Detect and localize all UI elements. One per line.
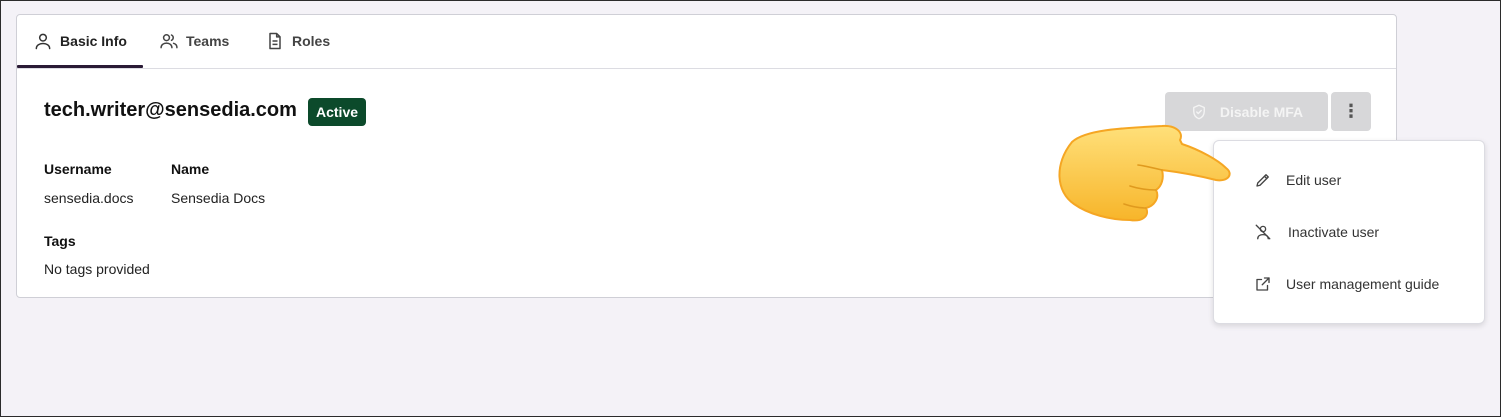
user-icon <box>35 33 51 50</box>
tab-bar: Basic Info Teams Roles <box>17 15 1396 69</box>
more-options-button[interactable]: ⋮ <box>1331 92 1371 131</box>
tab-teams-label: Teams <box>186 33 230 49</box>
menu-item-user-management-guide-label: User management guide <box>1286 276 1440 292</box>
user-email: tech.writer@sensedia.com <box>44 99 297 121</box>
document-icon <box>269 32 281 50</box>
username-value: sensedia.docs <box>44 190 134 206</box>
shield-check-icon <box>1192 104 1205 119</box>
tab-roles-label: Roles <box>292 33 331 49</box>
pointing-hand-icon <box>1058 124 1231 222</box>
active-tab-indicator <box>17 65 143 68</box>
menu-item-edit-user[interactable]: Edit user <box>1214 154 1484 206</box>
menu-item-inactivate-user[interactable]: Inactivate user <box>1214 206 1484 258</box>
user-actions-menu: Edit user Inactivate user User managemen… <box>1213 140 1485 324</box>
menu-item-edit-user-label: Edit user <box>1286 172 1342 188</box>
user-off-icon <box>1255 224 1271 240</box>
menu-item-inactivate-user-label: Inactivate user <box>1288 224 1380 240</box>
tab-basic-info[interactable]: Basic Info <box>17 15 143 68</box>
tab-roles[interactable]: Roles <box>265 15 330 67</box>
external-link-icon <box>1256 277 1270 291</box>
tab-basic-info-label: Basic Info <box>60 33 127 49</box>
users-icon <box>160 34 178 49</box>
username-label: Username <box>44 161 112 177</box>
tags-label: Tags <box>44 233 76 249</box>
status-badge: Active <box>308 98 367 126</box>
disable-mfa-label: Disable MFA <box>1219 103 1304 120</box>
kebab-icon: ⋮ <box>1342 101 1360 121</box>
tags-value: No tags provided <box>44 261 150 277</box>
name-value: Sensedia Docs <box>171 190 266 206</box>
menu-item-user-management-guide[interactable]: User management guide <box>1214 258 1484 310</box>
tab-teams[interactable]: Teams <box>159 15 229 67</box>
name-label: Name <box>171 161 210 177</box>
pencil-icon <box>1256 174 1269 187</box>
